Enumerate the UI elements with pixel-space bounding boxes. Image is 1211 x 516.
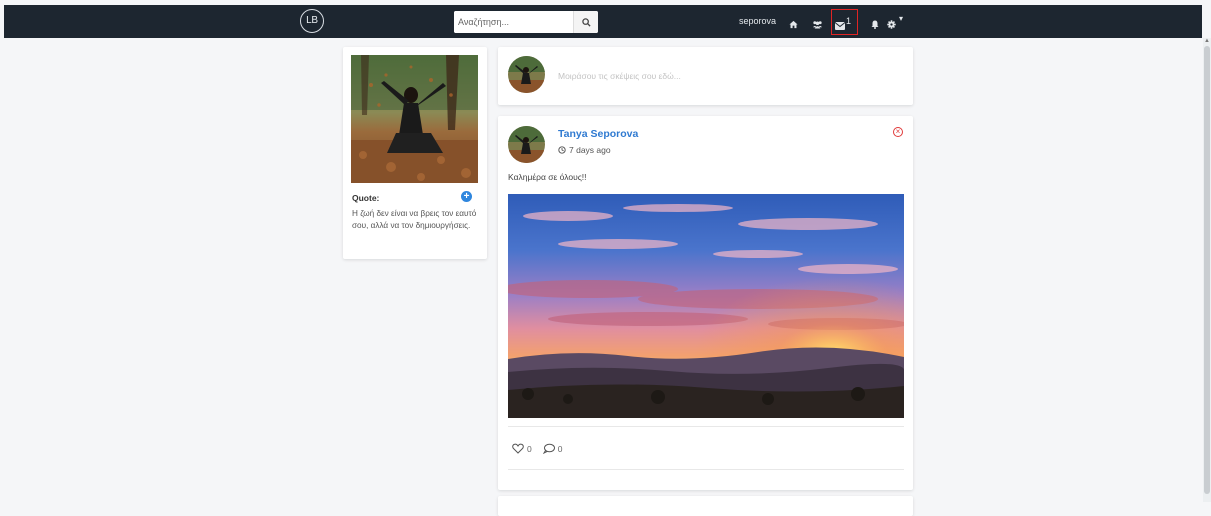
search-icon	[581, 17, 591, 27]
quote-label: Quote:	[352, 193, 380, 203]
caret-down-icon[interactable]: ▾	[899, 14, 903, 23]
composer-input[interactable]	[558, 71, 888, 81]
time-ago: 7 days ago	[569, 145, 611, 155]
comment-count: 0	[557, 443, 563, 454]
messages-button[interactable]: 1	[831, 9, 858, 35]
close-icon: ×	[895, 127, 901, 136]
post-composer	[498, 47, 913, 105]
plus-icon: +	[463, 191, 470, 202]
post-card: Tanya Seporova 7 days ago × Καλημέρα σε …	[498, 116, 913, 490]
post-divider	[508, 426, 904, 427]
gear-icon[interactable]	[887, 16, 896, 34]
post-author-link[interactable]: Tanya Seporova	[558, 128, 638, 140]
bell-icon[interactable]	[871, 16, 879, 34]
clock-icon	[558, 146, 566, 154]
profile-photo[interactable]	[351, 55, 478, 183]
quote-text: Η ζωή δεν είναι να βρεις τον εαυτό σου, …	[352, 209, 477, 230]
scrollbar-thumb[interactable]	[1204, 46, 1210, 494]
comment-icon	[542, 443, 555, 454]
page-scrollbar[interactable]: ▲	[1203, 38, 1211, 502]
scroll-up-icon[interactable]: ▲	[1204, 38, 1210, 44]
avatar[interactable]	[508, 56, 545, 93]
mail-icon	[834, 17, 846, 35]
like-count: 0	[527, 443, 532, 454]
add-quote-button[interactable]: +	[461, 191, 472, 202]
friends-icon[interactable]	[812, 16, 823, 34]
top-navbar: LB seporova 1	[4, 5, 1202, 38]
home-icon[interactable]	[789, 16, 798, 34]
messages-count-badge: 1	[846, 16, 852, 26]
search-input[interactable]	[454, 11, 578, 33]
site-logo[interactable]: LB	[300, 9, 324, 33]
comment-button[interactable]: 0	[542, 443, 563, 454]
avatar[interactable]	[508, 126, 545, 163]
search-button[interactable]	[573, 11, 598, 33]
like-button[interactable]: 0	[512, 443, 532, 454]
post-actions: 0 0	[512, 443, 573, 454]
heart-icon	[512, 443, 524, 454]
profile-card: Quote: + Η ζωή δεν είναι να βρεις τον εα…	[343, 47, 487, 259]
post-image[interactable]	[508, 194, 904, 418]
search-box	[454, 11, 598, 33]
username-link[interactable]: seporova	[739, 16, 776, 26]
post-timestamp: 7 days ago	[558, 145, 611, 155]
post-text: Καλημέρα σε όλους!!	[508, 172, 587, 182]
post-divider	[508, 469, 904, 470]
next-post-card	[498, 496, 913, 516]
delete-post-button[interactable]: ×	[893, 127, 903, 137]
